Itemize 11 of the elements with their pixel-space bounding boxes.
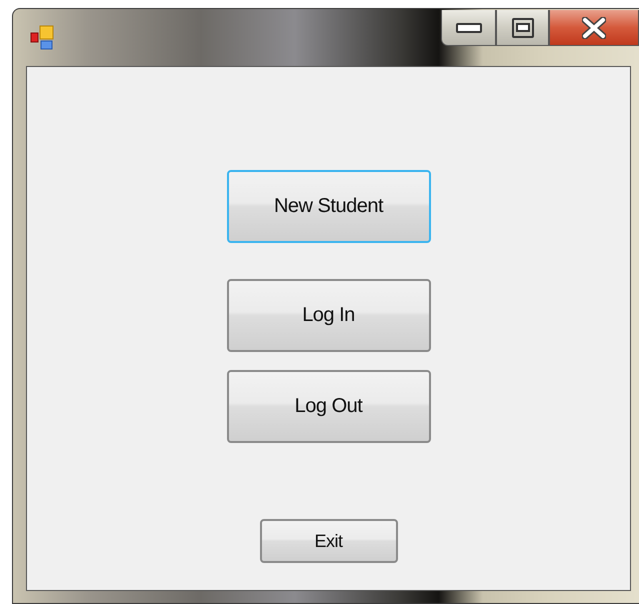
minimize-icon — [456, 22, 482, 32]
maximize-icon — [512, 18, 534, 38]
minimize-button[interactable] — [441, 10, 496, 46]
maximize-button[interactable] — [496, 10, 549, 46]
form-button[interactable]: New Student — [226, 170, 430, 243]
form-button[interactable]: Log In — [226, 279, 430, 352]
form-button[interactable]: Log Out — [226, 370, 430, 443]
close-button[interactable] — [549, 10, 639, 46]
app-icon — [30, 25, 56, 51]
form-button[interactable]: Exit — [260, 519, 398, 563]
close-icon — [582, 16, 606, 38]
